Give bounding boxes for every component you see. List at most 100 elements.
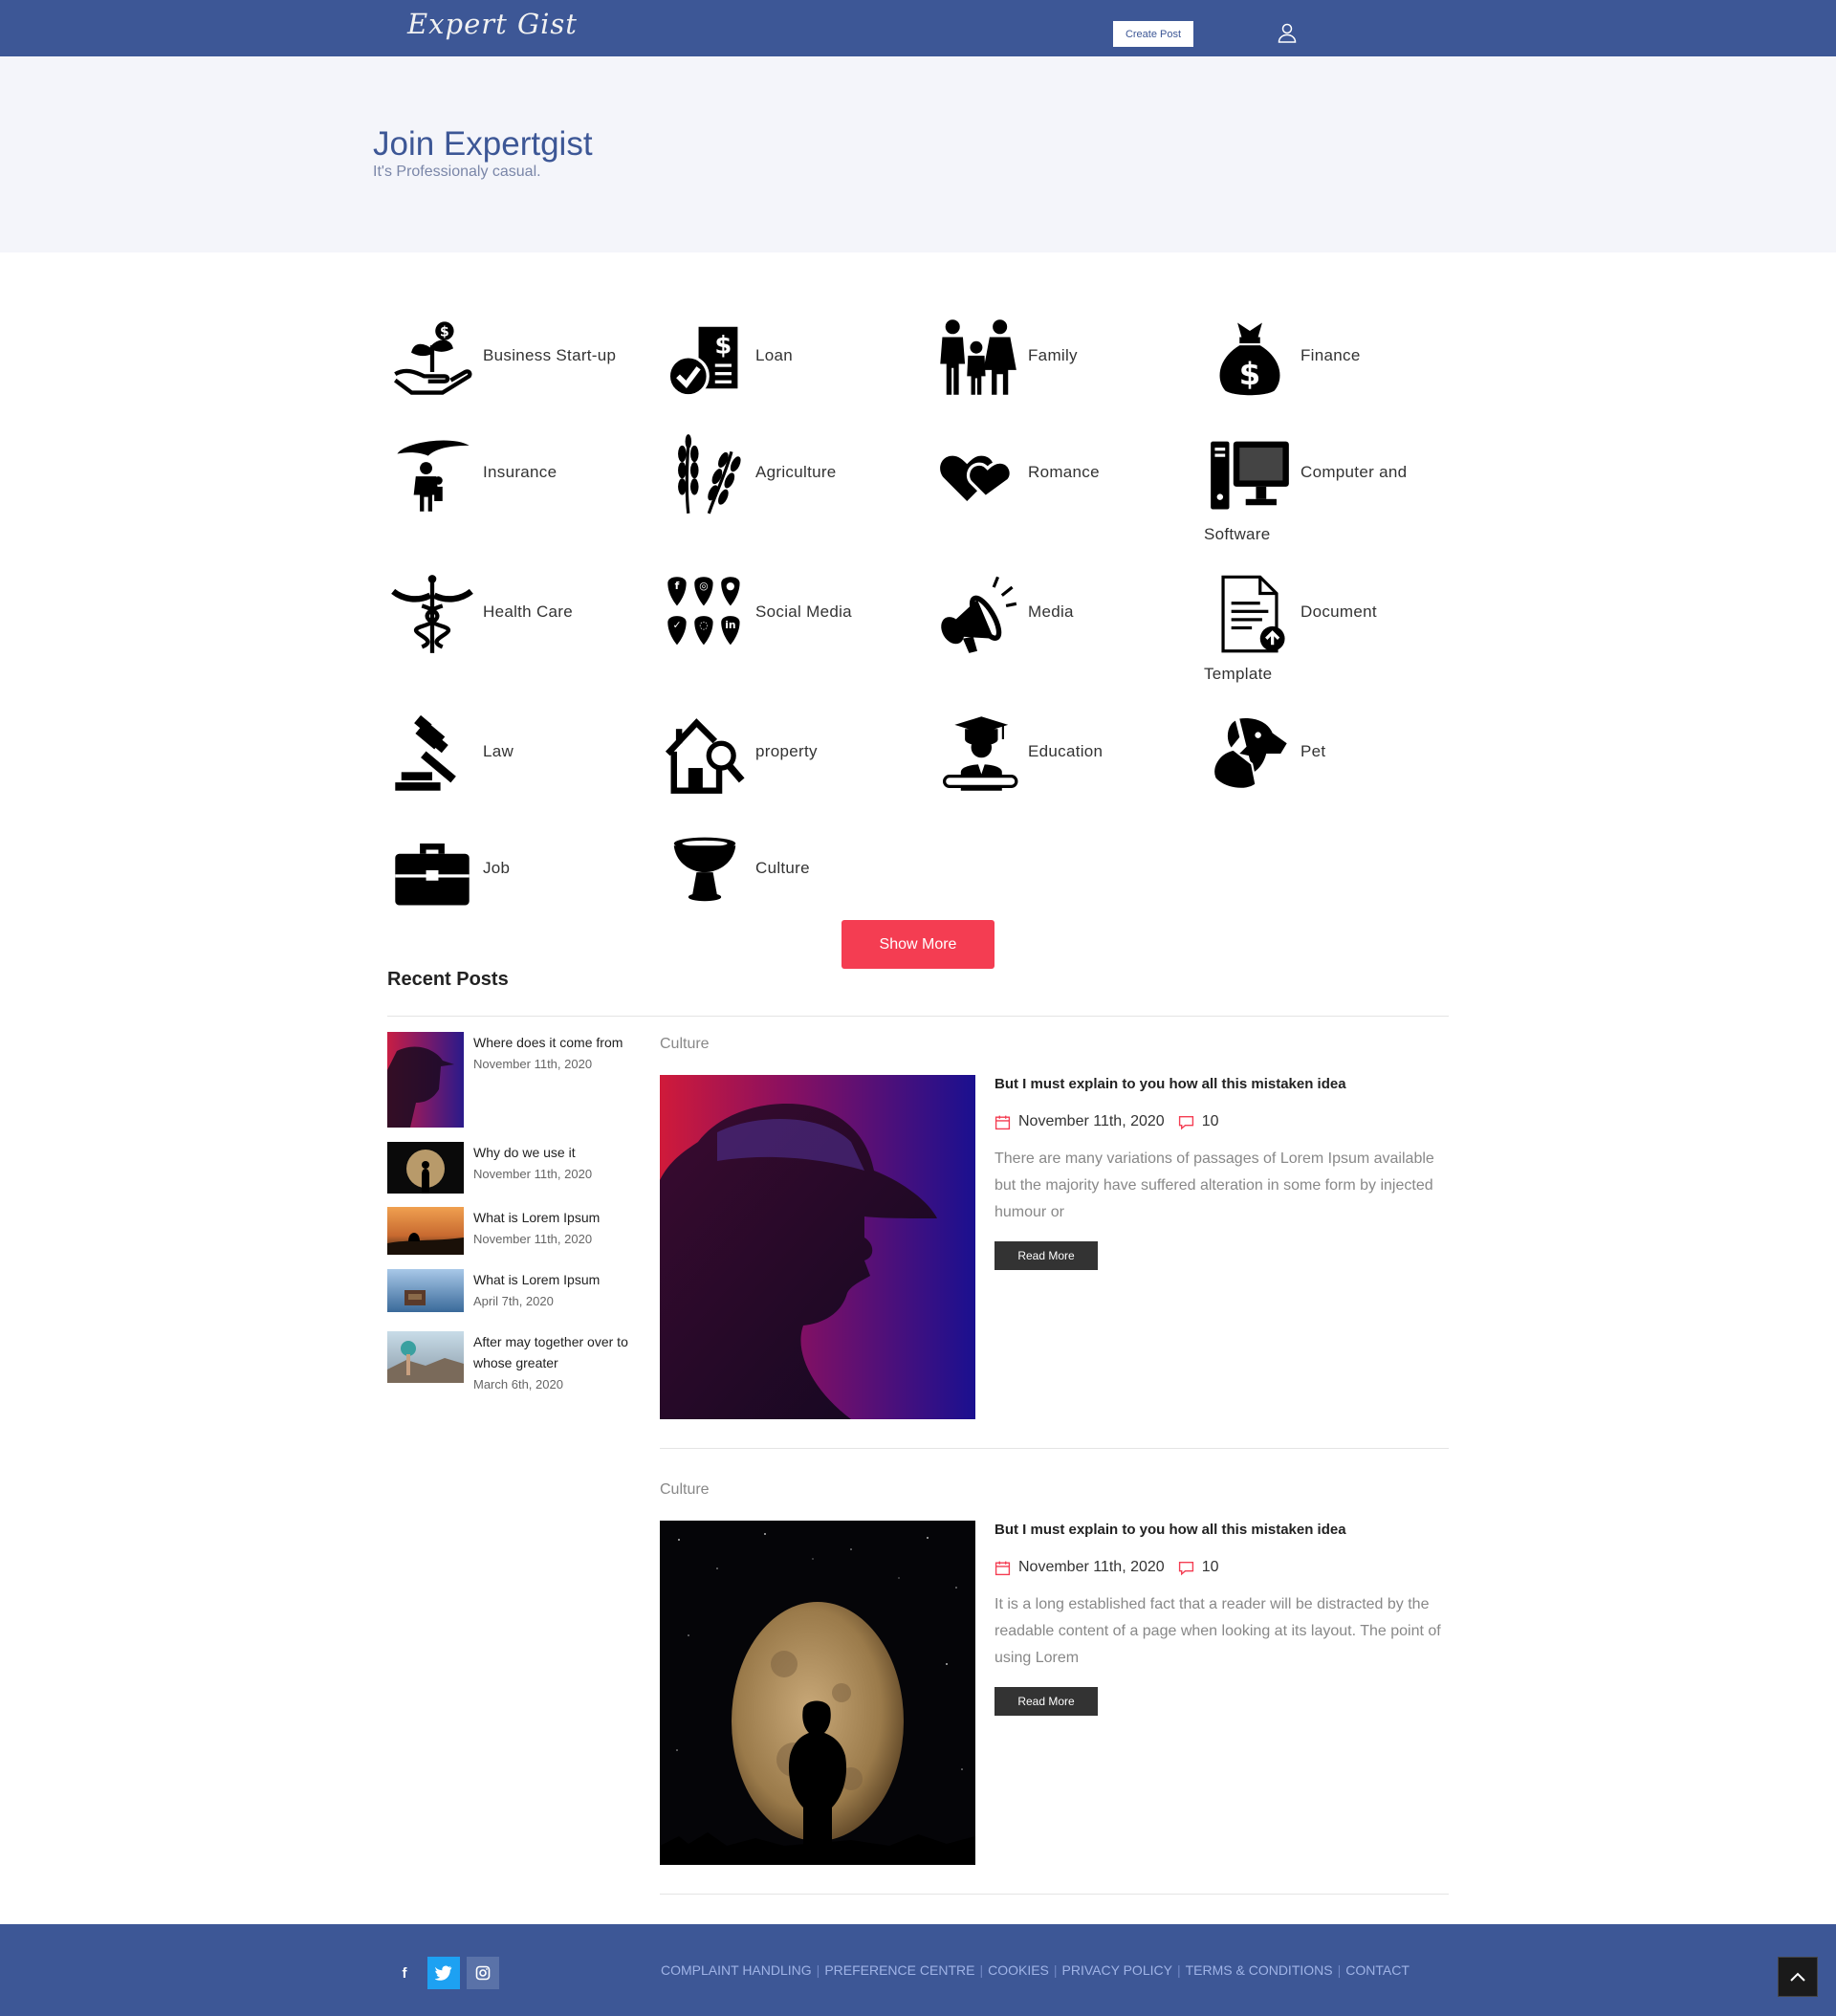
comment-icon: [1178, 1115, 1193, 1129]
category-social-media[interactable]: f ◎ ● ✓ ◌ in Social Media: [661, 570, 919, 656]
category-family[interactable]: Family: [933, 314, 1191, 400]
divider: [660, 1448, 1449, 1449]
recent-post-item[interactable]: What is Lorem Ipsum November 11th, 2020: [387, 1207, 645, 1255]
post-excerpt: There are many variations of passages of…: [994, 1150, 1434, 1220]
footer-link-contact[interactable]: CONTACT: [1345, 1962, 1410, 1978]
recent-posts-heading: Recent Posts: [387, 969, 509, 990]
category-job[interactable]: Job: [388, 826, 646, 912]
post-comment-count[interactable]: 10: [1202, 1559, 1219, 1576]
recent-post-thumbnail[interactable]: [387, 1207, 464, 1255]
svg-text:$: $: [440, 324, 449, 340]
divider: [387, 1016, 1449, 1017]
recent-post-thumbnail[interactable]: [387, 1142, 464, 1194]
category-label: Media: [1028, 603, 1074, 621]
pets-icon: [1206, 710, 1294, 798]
category-label: Document: [1300, 603, 1377, 621]
recent-post-date: November 11th, 2020: [473, 1057, 593, 1071]
house-search-icon: [661, 710, 749, 798]
recent-post-date: November 11th, 2020: [473, 1232, 593, 1246]
separator: |: [979, 1962, 984, 1978]
scroll-to-top-button[interactable]: [1778, 1957, 1818, 1997]
category-media[interactable]: Media: [933, 570, 1191, 656]
facebook-icon[interactable]: f: [388, 1957, 421, 1989]
hearts-icon: [933, 430, 1021, 518]
recent-post-item[interactable]: After may together over to whose greater…: [387, 1331, 645, 1391]
post-title[interactable]: But I must explain to you how all this m…: [994, 1076, 1346, 1092]
category-label: Computer and: [1300, 463, 1408, 481]
post-meta: November 11th, 2020 10: [994, 1559, 1218, 1576]
category-insurance[interactable]: Insurance: [388, 430, 646, 516]
category-label: Family: [1028, 346, 1078, 364]
category-loan[interactable]: $ Loan: [661, 314, 919, 400]
show-more-button[interactable]: Show More: [842, 920, 994, 969]
category-business-start-up[interactable]: $ Business Start-up: [388, 314, 646, 400]
computer-icon: [1206, 430, 1294, 518]
user-icon[interactable]: [1276, 21, 1299, 44]
category-health-care[interactable]: Health Care: [388, 570, 646, 656]
recent-post-thumbnail[interactable]: [387, 1269, 464, 1312]
post-image[interactable]: [660, 1075, 975, 1419]
separator: |: [1053, 1962, 1058, 1978]
hero-subtitle: It's Professionaly casual.: [373, 164, 541, 180]
post-title[interactable]: But I must explain to you how all this m…: [994, 1522, 1346, 1538]
category-finance[interactable]: $ Finance: [1206, 314, 1464, 400]
category-label: Pet: [1300, 742, 1326, 760]
footer-link-privacy-policy[interactable]: PRIVACY POLICY: [1062, 1962, 1172, 1978]
category-label: Business Start-up: [483, 346, 617, 364]
footer-link-preference-centre[interactable]: PREFERENCE CENTRE: [824, 1962, 974, 1978]
category-law[interactable]: Law: [388, 710, 646, 796]
recent-post-title[interactable]: Where does it come from: [473, 1032, 645, 1053]
separator: |: [816, 1962, 820, 1978]
category-label: Finance: [1300, 346, 1361, 364]
recent-post-title[interactable]: After may together over to whose greater: [473, 1331, 645, 1373]
post-date: November 11th, 2020: [1018, 1113, 1165, 1129]
svg-text:$: $: [714, 332, 732, 361]
category-label: Insurance: [483, 463, 557, 481]
footer-link-terms-conditions[interactable]: TERMS & CONDITIONS: [1186, 1962, 1333, 1978]
category-property[interactable]: property: [661, 710, 919, 796]
recent-post-thumbnail[interactable]: [387, 1331, 464, 1383]
category-computer-and-software[interactable]: Computer and Software: [1204, 430, 1464, 543]
svg-text:in: in: [725, 619, 735, 631]
recent-post-title[interactable]: Why do we use it: [473, 1142, 645, 1163]
post-excerpt: It is a long established fact that a rea…: [994, 1596, 1441, 1666]
category-label: Social Media: [755, 603, 852, 621]
plant-money-hand-icon: $: [388, 314, 476, 402]
family-icon: [933, 314, 1021, 402]
create-post-button[interactable]: Create Post: [1113, 21, 1193, 47]
post-category[interactable]: Culture: [660, 1481, 710, 1499]
category-document-template[interactable]: Document Template: [1204, 570, 1464, 683]
social-media-icon: f ◎ ● ✓ ◌ in: [661, 570, 749, 658]
category-label: property: [755, 742, 818, 760]
recent-post-title[interactable]: What is Lorem Ipsum: [473, 1269, 645, 1290]
recent-post-item[interactable]: Why do we use it November 11th, 2020: [387, 1142, 645, 1194]
category-label: Education: [1028, 742, 1104, 760]
post-category[interactable]: Culture: [660, 1036, 710, 1053]
culture-bowl-icon: [661, 826, 749, 914]
post-image[interactable]: [660, 1521, 975, 1865]
post-comment-count[interactable]: 10: [1202, 1113, 1219, 1130]
footer-link-cookies[interactable]: COOKIES: [988, 1962, 1049, 1978]
category-label: Culture: [755, 859, 810, 877]
svg-text:◌: ◌: [699, 619, 708, 631]
category-label: Loan: [755, 346, 794, 364]
read-more-button[interactable]: Read More: [994, 1687, 1098, 1716]
recent-post-item[interactable]: Where does it come from November 11th, 2…: [387, 1032, 645, 1128]
category-pet[interactable]: Pet: [1206, 710, 1464, 796]
category-romance[interactable]: Romance: [933, 430, 1191, 516]
twitter-icon[interactable]: [427, 1957, 460, 1989]
instagram-icon[interactable]: [467, 1957, 499, 1989]
category-culture[interactable]: Culture: [661, 826, 919, 912]
comment-icon: [1178, 1561, 1193, 1575]
category-label-line2: Software: [1204, 525, 1271, 543]
site-logo[interactable]: Expert Gist: [407, 8, 578, 40]
read-more-button[interactable]: Read More: [994, 1241, 1098, 1270]
category-education[interactable]: Education: [933, 710, 1191, 796]
graduate-icon: [933, 710, 1021, 798]
footer-link-complaint-handling[interactable]: COMPLAINT HANDLING: [661, 1962, 812, 1978]
category-agriculture[interactable]: Agriculture: [661, 430, 919, 516]
recent-post-item[interactable]: What is Lorem Ipsum April 7th, 2020: [387, 1269, 645, 1312]
category-label: Agriculture: [755, 463, 837, 481]
recent-post-title[interactable]: What is Lorem Ipsum: [473, 1207, 645, 1228]
recent-post-thumbnail[interactable]: [387, 1032, 464, 1128]
